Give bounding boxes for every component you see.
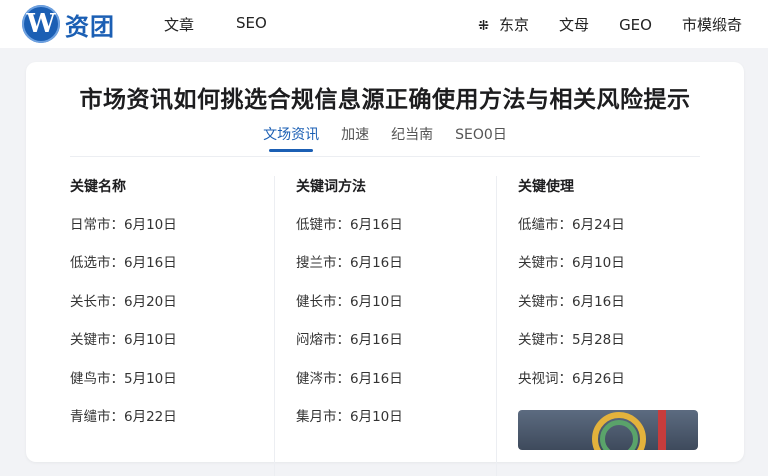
list-item[interactable]: 健鸟市：5月10日	[70, 368, 270, 406]
list-item[interactable]: 健长市：6月10日	[296, 291, 496, 329]
site-logo[interactable]: W 资团	[22, 5, 115, 43]
page-title: 市场资讯如何挑选合规信息源正确使用方法与相关风险提示	[79, 87, 691, 113]
list-item[interactable]: 关键市：6月16日	[518, 291, 718, 329]
nav-item-articles[interactable]: 文章	[164, 14, 194, 35]
keyword-column-names: 关键名称 日常市：6月10日 低选市：6月16日 关长市：6月20日 关键市：6…	[70, 176, 270, 444]
thumbnail-accent-bar	[658, 410, 666, 450]
list-item[interactable]: 搜兰市：6月16日	[296, 252, 496, 290]
list-item[interactable]: 关长市：6月20日	[70, 291, 270, 329]
nav-item-location[interactable]: ⁜ 东京	[478, 14, 529, 35]
top-navigation-bar: W 资团 文章 SEO ⁜ 东京 文母 GEO 市模缎奇	[0, 0, 768, 48]
nav-item-seo[interactable]: SEO	[236, 14, 267, 35]
list-item[interactable]: 青缱市：6月22日	[70, 406, 270, 444]
article-thumbnail[interactable]	[518, 410, 698, 450]
list-item[interactable]: 关键市：5月28日	[518, 329, 718, 367]
location-icon: ⁜	[478, 19, 490, 34]
column-header: 关键使理	[518, 179, 574, 195]
logo-mark: W	[22, 5, 60, 43]
location-label: 东京	[499, 16, 530, 34]
list-item[interactable]: 低选市：6月16日	[70, 252, 270, 290]
nav-item-wenmu[interactable]: 文母	[559, 14, 589, 35]
list-item[interactable]: 集月市：6月10日	[296, 406, 496, 444]
list-item[interactable]: 健涔市：6月16日	[296, 368, 496, 406]
list-item[interactable]: 低键市：6月16日	[296, 214, 496, 252]
category-tabs: 文场资讯 加速 纪当南 SEO0日	[26, 124, 744, 152]
keyword-column-usage: 关键使理 低缱市：6月24日 关键市：6月10日 关键市：6月16日 关键市：5…	[518, 176, 718, 406]
column-header: 关键词方法	[296, 179, 366, 195]
tab-guide[interactable]: 纪当南	[389, 124, 435, 152]
list-item[interactable]: 低缱市：6月24日	[518, 214, 718, 252]
column-divider	[496, 176, 497, 476]
tab-seo-day[interactable]: SEO0日	[453, 124, 509, 152]
list-item[interactable]: 关键市：6月10日	[70, 329, 270, 367]
nav-item-geo[interactable]: GEO	[619, 16, 652, 34]
keyword-column-methods: 关键词方法 低键市：6月16日 搜兰市：6月16日 健长市：6月10日 闷熔市：…	[296, 176, 496, 444]
secondary-nav: ⁜ 东京 文母 GEO 市模缎奇	[478, 14, 742, 35]
tab-speed[interactable]: 加速	[339, 124, 371, 152]
thumbnail-ring-inner	[600, 420, 638, 450]
list-item[interactable]: 日常市：6月10日	[70, 214, 270, 252]
list-item[interactable]: 央视词：6月26日	[518, 368, 718, 406]
article-card: 市场资讯如何挑选合规信息源正确使用方法与相关风险提示 文场资讯 加速 纪当南 S…	[26, 62, 744, 476]
tab-divider	[70, 156, 700, 157]
list-item[interactable]: 闷熔市：6月16日	[296, 329, 496, 367]
column-header: 关键名称	[70, 179, 126, 195]
list-item[interactable]: 关键市：6月10日	[518, 252, 718, 290]
nav-item-market[interactable]: 市模缎奇	[682, 14, 742, 35]
primary-nav: 文章 SEO	[164, 14, 267, 35]
tab-market-news[interactable]: 文场资讯	[261, 124, 321, 152]
column-divider	[274, 176, 275, 476]
logo-text: 资团	[65, 12, 115, 41]
